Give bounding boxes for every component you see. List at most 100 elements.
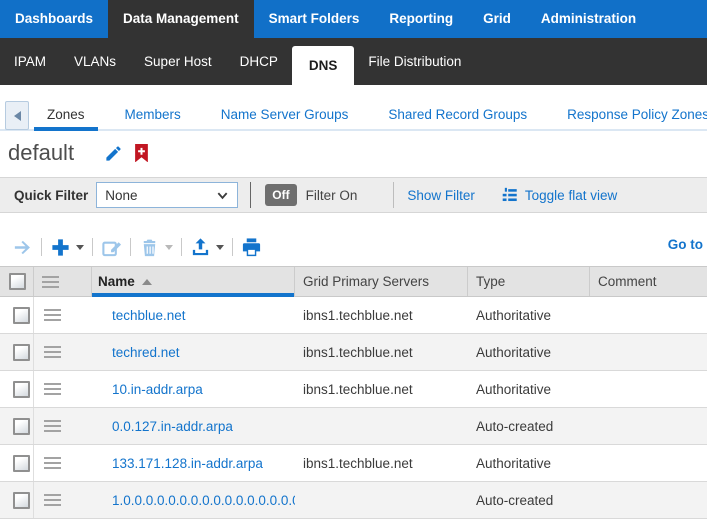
delete-icon[interactable] xyxy=(139,237,160,258)
header-type-label: Type xyxy=(476,274,505,289)
subnav-super-host[interactable]: Super Host xyxy=(130,38,226,85)
cell-type: Auto-created xyxy=(468,408,590,444)
zone-link[interactable]: 10.in-addr.arpa xyxy=(112,382,203,397)
divider xyxy=(250,182,251,208)
cell-grid-primary-servers: ibns1.techblue.net xyxy=(295,334,468,370)
cell-type: Auto-created xyxy=(468,482,590,518)
header-comment[interactable]: Comment xyxy=(590,267,707,296)
table-row: techred.net ibns1.techblue.net Authorita… xyxy=(0,334,707,371)
subnav-file-distribution[interactable]: File Distribution xyxy=(354,38,475,85)
filter-on-toggle[interactable]: Off xyxy=(265,184,296,206)
go-to-link[interactable]: Go to xyxy=(668,237,703,252)
zone-link[interactable]: techblue.net xyxy=(112,308,186,323)
table-row: techblue.net ibns1.techblue.net Authorit… xyxy=(0,297,707,334)
row-checkbox[interactable] xyxy=(13,344,30,361)
subnav-dns[interactable]: DNS xyxy=(292,46,355,85)
sorted-column-indicator xyxy=(92,293,294,297)
zone-link[interactable]: 1.0.0.0.0.0.0.0.0.0.0.0.0.0.0.0.0.... xyxy=(112,493,295,508)
cell-type: Authoritative xyxy=(468,371,590,407)
quick-filter-select[interactable]: None xyxy=(96,182,238,208)
tabs-scroll-back-button[interactable] xyxy=(5,101,29,130)
nav-smart-folders[interactable]: Smart Folders xyxy=(254,0,375,38)
row-checkbox[interactable] xyxy=(13,307,30,324)
hamburger-icon[interactable] xyxy=(44,417,61,435)
divider xyxy=(92,238,93,256)
grid-manager-app: Dashboards Data Management Smart Folders… xyxy=(0,0,707,524)
cell-type: Authoritative xyxy=(468,445,590,481)
subnav-vlans[interactable]: VLANs xyxy=(60,38,130,85)
cell-comment xyxy=(590,297,707,333)
quick-filter-bar: Quick Filter None Off Filter On Show Fil… xyxy=(0,177,707,213)
hamburger-icon[interactable] xyxy=(44,380,61,398)
header-grid-primary-servers[interactable]: Grid Primary Servers xyxy=(295,267,468,296)
table-row: 1.0.0.0.0.0.0.0.0.0.0.0.0.0.0.0.0.... Au… xyxy=(0,482,707,519)
nav-dashboards[interactable]: Dashboards xyxy=(0,0,108,38)
add-icon[interactable] xyxy=(50,237,71,258)
add-menu-caret-icon[interactable] xyxy=(76,245,84,250)
cell-comment xyxy=(590,371,707,407)
hamburger-icon[interactable] xyxy=(44,306,61,324)
cell-grid-primary-servers xyxy=(295,482,468,518)
header-type[interactable]: Type xyxy=(468,267,590,296)
tab-members[interactable]: Members xyxy=(112,100,194,129)
subnav-ipam[interactable]: IPAM xyxy=(0,38,60,85)
row-checkbox[interactable] xyxy=(13,418,30,435)
zone-link[interactable]: techred.net xyxy=(112,345,180,360)
hamburger-icon[interactable] xyxy=(44,491,61,509)
cell-grid-primary-servers: ibns1.techblue.net xyxy=(295,371,468,407)
export-icon[interactable] xyxy=(190,237,211,258)
cell-comment xyxy=(590,445,707,481)
divider xyxy=(232,238,233,256)
quick-filter-label: Quick Filter xyxy=(14,188,88,203)
title-row: default xyxy=(8,138,150,168)
nav-grid[interactable]: Grid xyxy=(468,0,526,38)
hamburger-icon[interactable] xyxy=(42,273,59,291)
edit-icon[interactable] xyxy=(101,237,122,258)
toggle-flat-view-label: Toggle flat view xyxy=(525,188,617,203)
table-row: 133.171.128.in-addr.arpa ibns1.techblue.… xyxy=(0,445,707,482)
zone-link[interactable]: 133.171.128.in-addr.arpa xyxy=(112,456,263,471)
hamburger-icon[interactable] xyxy=(44,454,61,472)
cell-comment xyxy=(590,482,707,518)
header-comment-label: Comment xyxy=(598,274,657,289)
divider xyxy=(41,238,42,256)
table-row: 0.0.127.in-addr.arpa Auto-created xyxy=(0,408,707,445)
delete-menu-caret-icon[interactable] xyxy=(165,245,173,250)
cell-type: Authoritative xyxy=(468,334,590,370)
chevron-down-icon xyxy=(216,189,229,202)
cell-comment xyxy=(590,334,707,370)
tab-zones[interactable]: Zones xyxy=(34,100,98,129)
export-menu-caret-icon[interactable] xyxy=(216,245,224,250)
tab-name-server-groups[interactable]: Name Server Groups xyxy=(208,100,362,129)
cell-grid-primary-servers xyxy=(295,408,468,444)
sub-navigation: IPAM VLANs Super Host DHCP DNS File Dist… xyxy=(0,38,707,85)
nav-reporting[interactable]: Reporting xyxy=(374,0,468,38)
table-header-row: Name Grid Primary Servers Type Comment xyxy=(0,266,707,297)
show-filter-link[interactable]: Show Filter xyxy=(407,188,475,203)
tab-shared-record-groups[interactable]: Shared Record Groups xyxy=(375,100,540,129)
select-all-checkbox[interactable] xyxy=(9,273,26,290)
nav-data-management[interactable]: Data Management xyxy=(108,0,254,38)
move-to-icon[interactable] xyxy=(12,237,33,258)
quick-filter-selected-value: None xyxy=(105,188,137,203)
divider xyxy=(181,238,182,256)
edit-pencil-icon[interactable] xyxy=(104,144,123,163)
nav-administration[interactable]: Administration xyxy=(526,0,651,38)
header-name[interactable]: Name xyxy=(92,267,295,296)
tab-response-policy-zones[interactable]: Response Policy Zones xyxy=(554,100,707,129)
bookmark-add-icon[interactable] xyxy=(133,144,150,163)
divider xyxy=(130,238,131,256)
row-checkbox[interactable] xyxy=(13,492,30,509)
print-icon[interactable] xyxy=(241,237,262,258)
table-body: techblue.net ibns1.techblue.net Authorit… xyxy=(0,297,707,519)
toggle-flat-view-link[interactable]: Toggle flat view xyxy=(501,187,617,204)
zone-link[interactable]: 0.0.127.in-addr.arpa xyxy=(112,419,233,434)
cell-comment xyxy=(590,408,707,444)
table-row: 10.in-addr.arpa ibns1.techblue.net Autho… xyxy=(0,371,707,408)
row-checkbox[interactable] xyxy=(13,381,30,398)
hamburger-icon[interactable] xyxy=(44,343,61,361)
row-checkbox[interactable] xyxy=(13,455,30,472)
zones-table: Name Grid Primary Servers Type Comment t… xyxy=(0,266,707,519)
flat-list-icon xyxy=(501,187,518,204)
subnav-dhcp[interactable]: DHCP xyxy=(226,38,292,85)
